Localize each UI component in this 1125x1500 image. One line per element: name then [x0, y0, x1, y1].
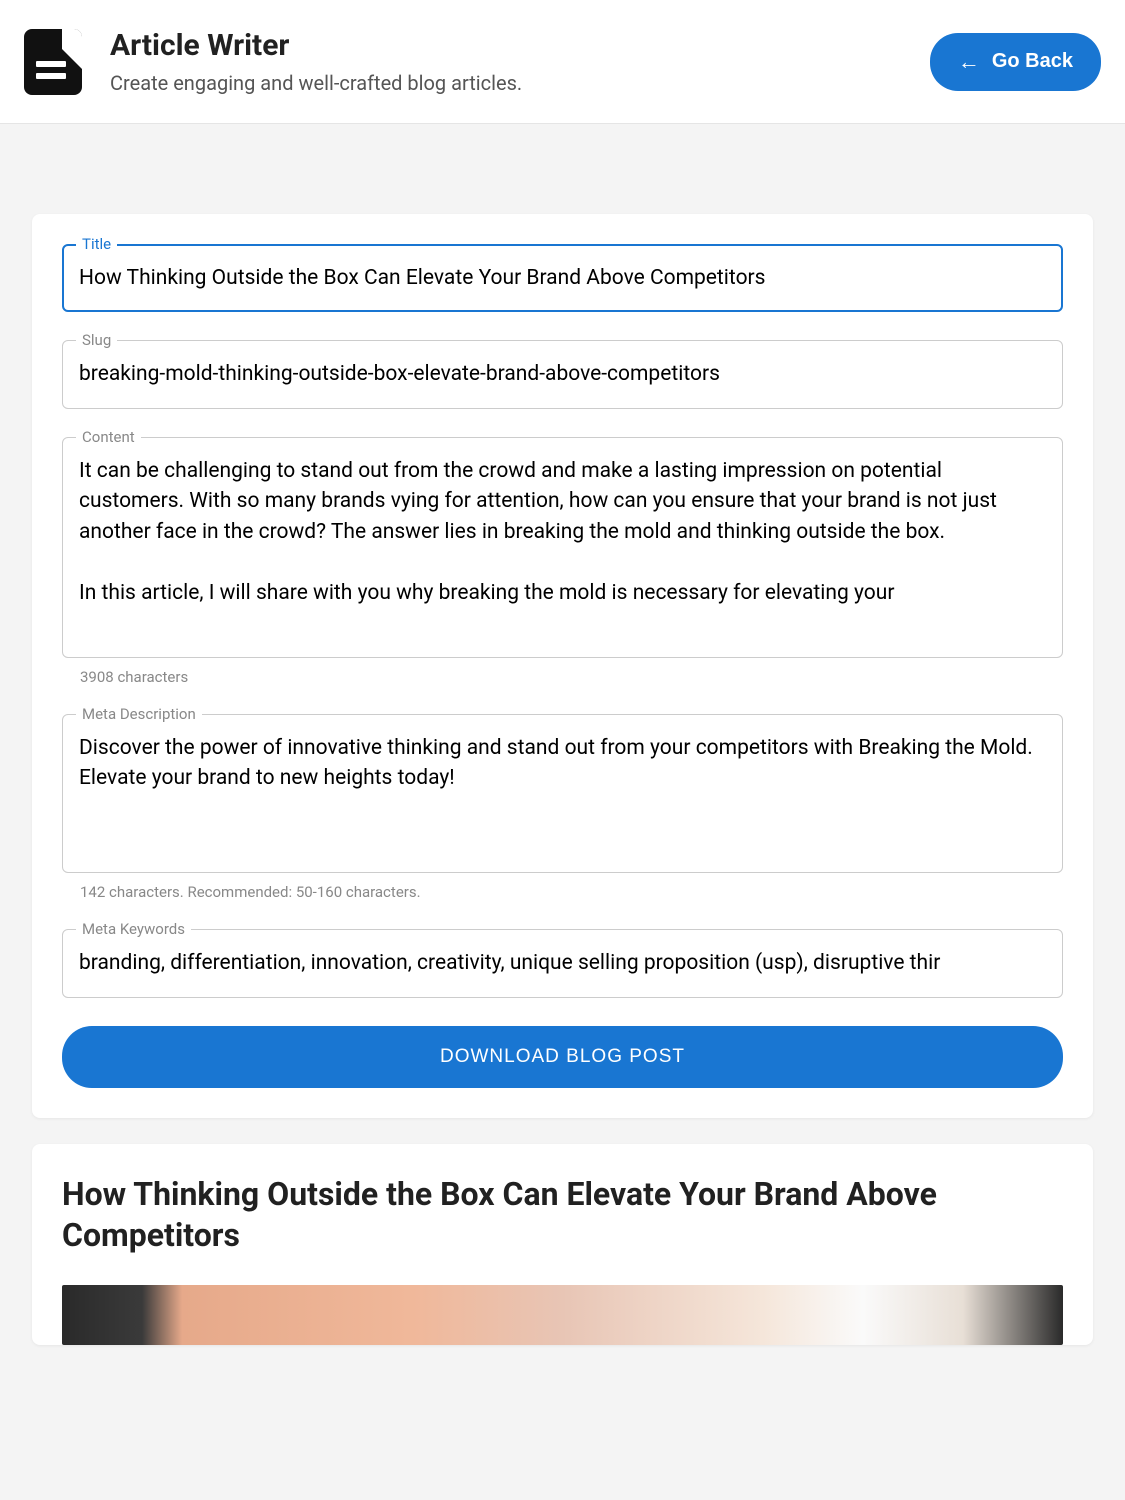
preview-title: How Thinking Outside the Box Can Elevate… [62, 1174, 1063, 1257]
title-field-wrapper: Title [62, 244, 1063, 312]
download-blog-post-button[interactable]: DOWNLOAD BLOG POST [62, 1026, 1063, 1088]
go-back-button[interactable]: ← Go Back [930, 33, 1101, 91]
document-icon [24, 29, 82, 95]
content-textarea[interactable]: It can be challenging to stand out from … [62, 437, 1063, 658]
meta-description-label: Meta Description [76, 705, 202, 723]
meta-keywords-label: Meta Keywords [76, 920, 191, 938]
meta-keywords-input[interactable] [62, 929, 1063, 997]
content-label: Content [76, 428, 141, 446]
arrow-left-icon: ← [958, 49, 980, 75]
title-input[interactable] [62, 244, 1063, 312]
slug-field-wrapper: Slug [62, 340, 1063, 408]
slug-label: Slug [76, 331, 117, 349]
content-field-wrapper: Content It can be challenging to stand o… [62, 437, 1063, 658]
preview-image [62, 1285, 1063, 1345]
title-label: Title [76, 235, 117, 253]
meta-description-textarea[interactable]: Discover the power of innovative thinkin… [62, 714, 1063, 874]
go-back-label: Go Back [992, 50, 1073, 73]
form-card: Title Slug Content It can be challenging… [32, 214, 1093, 1118]
meta-description-field-wrapper: Meta Description Discover the power of i… [62, 714, 1063, 874]
meta-description-helper: 142 characters. Recommended: 50-160 char… [62, 883, 1063, 901]
page-subtitle: Create engaging and well-crafted blog ar… [110, 71, 930, 95]
preview-card: How Thinking Outside the Box Can Elevate… [32, 1144, 1093, 1345]
page-title: Article Writer [110, 28, 930, 63]
content-helper: 3908 characters [62, 668, 1063, 686]
page-header: Article Writer Create engaging and well-… [0, 0, 1125, 124]
slug-input[interactable] [62, 340, 1063, 408]
header-text: Article Writer Create engaging and well-… [110, 28, 930, 95]
meta-keywords-field-wrapper: Meta Keywords [62, 929, 1063, 997]
